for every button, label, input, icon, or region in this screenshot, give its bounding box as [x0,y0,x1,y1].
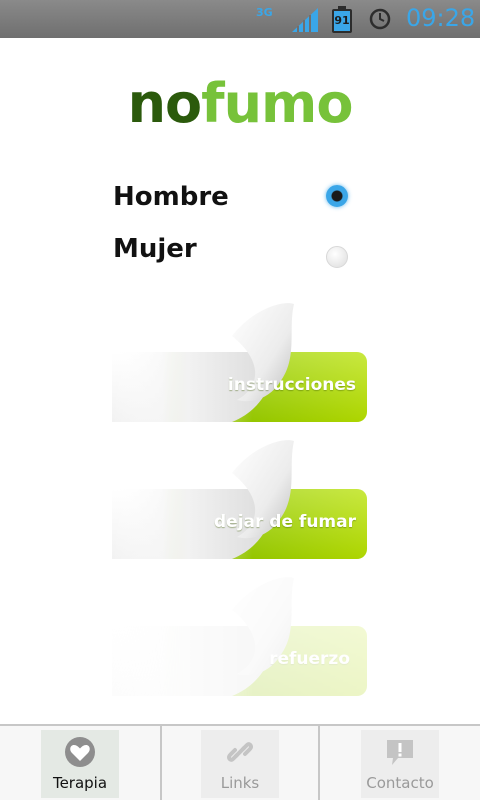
speech-bubble-icon [387,740,413,765]
tab-links[interactable]: Links [162,726,318,800]
page-curl-icon [112,303,294,422]
bottom-navigation: Terapia Links Contacto [0,724,480,800]
app-logo: nofumo [0,72,480,135]
network-type: 3G [256,6,273,19]
gender-radio-mujer[interactable] [326,246,348,268]
tab-label: Links [220,774,260,792]
reinforcement-button[interactable]: refuerzo [112,574,372,704]
status-bar: 3G 91 09:28 [0,0,480,38]
clock-time: 09:28 [406,4,476,32]
tab-terapia[interactable]: Terapia [0,726,160,800]
gender-radio-hombre[interactable] [326,185,348,207]
battery-level: 91 [334,14,350,27]
tab-contacto[interactable]: Contacto [320,726,480,800]
gender-option-hombre-label[interactable]: Hombre [113,182,229,212]
instructions-button[interactable]: instrucciones [112,300,372,430]
gender-option-mujer-label[interactable]: Mujer [113,234,197,264]
reinforcement-label: refuerzo [269,649,350,669]
heart-icon [65,737,95,767]
tab-label: Contacto [366,774,434,792]
instructions-label: instrucciones [227,375,356,395]
battery-icon: 91 [332,6,354,34]
quit-smoking-label: dejar de fumar [214,512,356,532]
alarm-clock-icon [369,8,391,30]
logo-part-fumo: fumo [201,72,353,135]
logo-part-no: no [127,72,203,135]
page-curl-icon [112,440,294,559]
link-icon [226,742,254,762]
signal-icon [292,8,318,32]
tab-label: Terapia [52,774,108,792]
quit-smoking-button[interactable]: dejar de fumar [112,437,372,567]
page-curl-icon [112,577,294,696]
